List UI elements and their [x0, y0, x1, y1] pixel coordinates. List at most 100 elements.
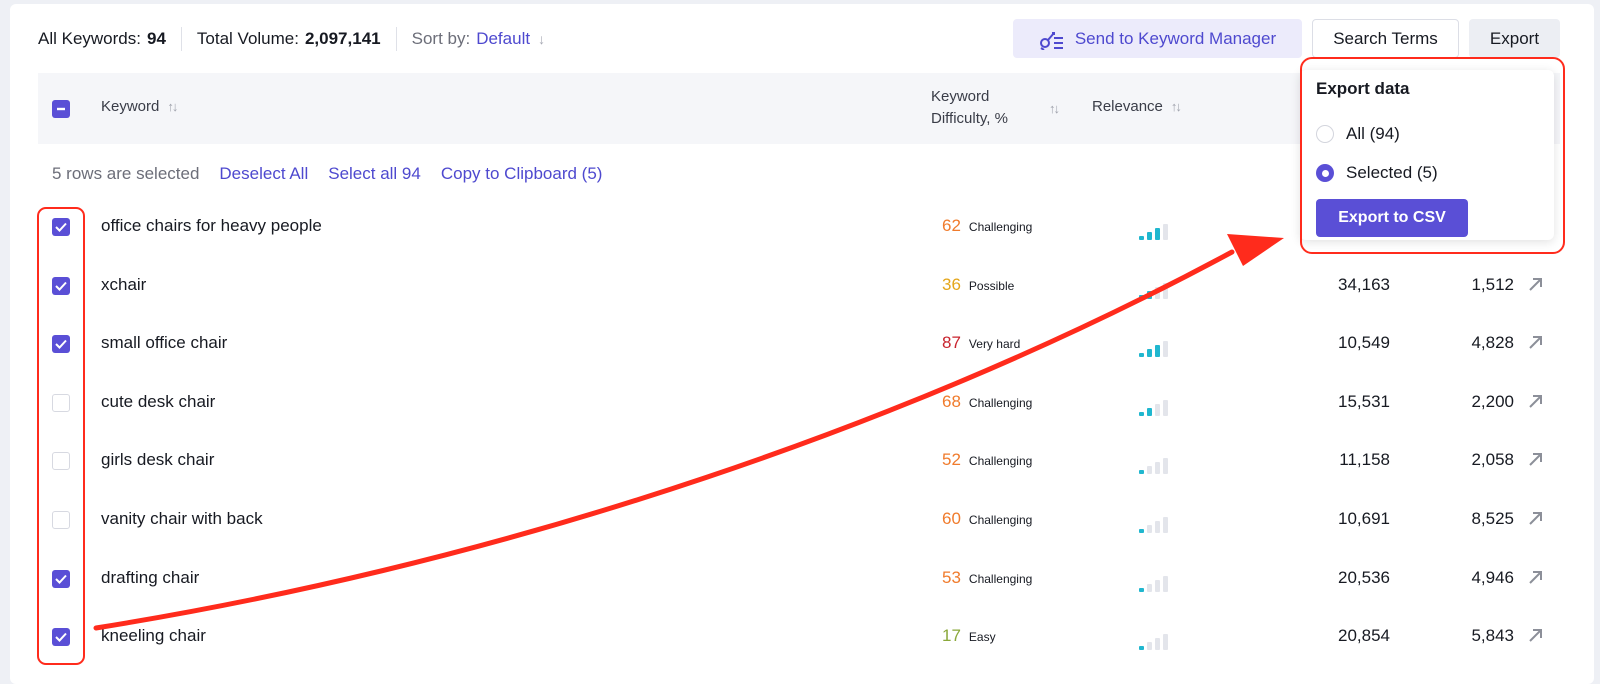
sort-control[interactable]: Sort by: Default ↓ — [412, 29, 545, 49]
difficulty-value: 87 — [942, 333, 961, 353]
results-count: 1,512 — [1471, 274, 1514, 294]
relevance-bar — [1155, 579, 1160, 592]
all-keywords-stat: All Keywords: 94 — [38, 29, 166, 49]
relevance-bar — [1155, 345, 1160, 358]
keyword-header-label: Keyword — [101, 98, 160, 115]
keyword-text[interactable]: small office chair — [101, 333, 227, 353]
search-volume: 10,691 — [1338, 509, 1390, 528]
relevance-bar — [1147, 525, 1152, 533]
relevance-bar — [1155, 403, 1160, 416]
relevance-bar — [1139, 411, 1144, 416]
keyword-text[interactable]: cute desk chair — [101, 392, 215, 412]
difficulty-label: Challenging — [968, 220, 1033, 234]
keyword-difficulty: 60 Challenging — [942, 509, 1032, 529]
search-volume: 10,549 — [1338, 333, 1390, 353]
external-link-icon[interactable] — [1525, 624, 1547, 646]
total-volume-stat: Total Volume: 2,097,141 — [197, 29, 381, 49]
sort-icon[interactable]: ↑↓ — [1049, 101, 1060, 116]
relevance-bar — [1147, 466, 1152, 475]
relevance-bars — [1139, 337, 1179, 358]
relevance-bar — [1163, 634, 1168, 651]
relevance-bar — [1163, 341, 1168, 358]
relevance-bar — [1139, 353, 1144, 358]
external-link-icon[interactable] — [1525, 507, 1547, 529]
difficulty-header-line1: Keyword — [931, 88, 990, 105]
sort-icon: ↑↓ — [167, 99, 178, 114]
difficulty-label: Possible — [968, 278, 1015, 293]
difficulty-value: 60 — [942, 509, 961, 528]
keyword-difficulty: 53 Challenging — [942, 568, 1032, 588]
difficulty-header-line2: Difficulty, % — [931, 110, 1008, 127]
keyword-list-icon — [1039, 31, 1063, 50]
external-link-icon[interactable] — [1525, 566, 1547, 588]
table-row: small office chair 87 Very hard 10,549 4,828 — [38, 317, 1560, 375]
difficulty-column-header[interactable]: Keyword Difficulty, % — [931, 86, 1008, 130]
copy-to-clipboard-link[interactable]: Copy to Clipboard (5) — [441, 164, 603, 184]
relevance-bars — [1139, 572, 1179, 592]
difficulty-value: 17 — [942, 626, 961, 646]
keyword-difficulty: 87 Very hard — [942, 333, 1020, 353]
external-link-icon[interactable] — [1525, 331, 1547, 353]
relevance-bar — [1155, 521, 1160, 533]
difficulty-value: 53 — [942, 567, 961, 587]
relevance-bar — [1147, 583, 1152, 592]
keyword-difficulty: 68 Challenging — [942, 392, 1032, 412]
keyword-text[interactable]: xchair — [101, 275, 146, 295]
keyword-text[interactable]: vanity chair with back — [101, 509, 263, 529]
export-popover-highlight — [1300, 57, 1565, 254]
total-volume-label: Total Volume: — [196, 29, 299, 48]
relevance-bar — [1139, 587, 1144, 592]
send-to-keyword-manager-button[interactable]: Send to Keyword Manager — [1013, 19, 1302, 58]
relevance-bar — [1147, 290, 1152, 299]
select-all-link[interactable]: Select all 94 — [328, 164, 421, 184]
external-link-icon[interactable] — [1525, 390, 1547, 412]
external-link-icon[interactable] — [1525, 273, 1547, 295]
relevance-bar — [1139, 236, 1144, 240]
keyword-text[interactable]: kneeling chair — [101, 626, 206, 646]
keyword-text[interactable]: girls desk chair — [101, 450, 214, 470]
external-link-icon[interactable] — [1525, 448, 1547, 470]
search-volume: 34,163 — [1338, 274, 1390, 294]
relevance-bar — [1163, 224, 1168, 240]
search-volume: 20,854 — [1338, 626, 1390, 646]
difficulty-value: 36 — [942, 274, 961, 294]
keyword-text[interactable]: drafting chair — [101, 568, 199, 588]
relevance-bars — [1139, 279, 1179, 299]
sort-value[interactable]: Default — [476, 29, 530, 49]
total-volume-value: 2,097,141 — [304, 29, 381, 48]
difficulty-label: Easy — [968, 630, 996, 645]
select-all-checkbox[interactable] — [52, 100, 70, 118]
relevance-column-header[interactable]: Relevance ↑↓ — [1092, 98, 1182, 115]
keyword-difficulty: 36 Possible — [942, 275, 1014, 295]
relevance-bar — [1163, 282, 1168, 299]
table-row: girls desk chair 52 Challenging 11,158 2,058 — [38, 434, 1560, 492]
arrow-down-icon: ↓ — [538, 31, 546, 47]
relevance-bars — [1139, 454, 1179, 475]
table-row: xchair 36 Possible 34,163 1,512 — [38, 259, 1560, 317]
relevance-bars — [1139, 630, 1179, 651]
relevance-bar — [1147, 232, 1152, 240]
keyword-column-header[interactable]: Keyword ↑↓ — [101, 98, 178, 115]
relevance-bar — [1163, 399, 1168, 416]
relevance-bar — [1147, 642, 1152, 651]
all-keywords-label: All Keywords: — [38, 29, 141, 48]
results-count: 4,828 — [1471, 333, 1514, 353]
search-volume: 11,158 — [1339, 450, 1390, 470]
all-keywords-value: 94 — [146, 29, 166, 48]
search-volume: 15,531 — [1338, 391, 1390, 411]
selection-status: 5 rows are selected — [52, 164, 200, 183]
relevance-bar — [1139, 529, 1144, 533]
divider — [395, 27, 397, 51]
difficulty-label: Challenging — [968, 513, 1033, 527]
keyword-text[interactable]: office chairs for heavy people — [101, 216, 322, 236]
results-count: 8,525 — [1471, 509, 1514, 528]
results-count: 4,946 — [1471, 567, 1514, 587]
search-terms-button[interactable]: Search Terms — [1312, 19, 1459, 58]
relevance-bars — [1139, 396, 1179, 416]
deselect-all-link[interactable]: Deselect All — [219, 164, 308, 184]
export-button[interactable]: Export — [1469, 19, 1560, 58]
minus-icon — [57, 107, 65, 111]
relevance-bars — [1139, 513, 1179, 533]
send-button-label: Send to Keyword Manager — [1074, 28, 1277, 48]
difficulty-label: Challenging — [968, 571, 1033, 586]
